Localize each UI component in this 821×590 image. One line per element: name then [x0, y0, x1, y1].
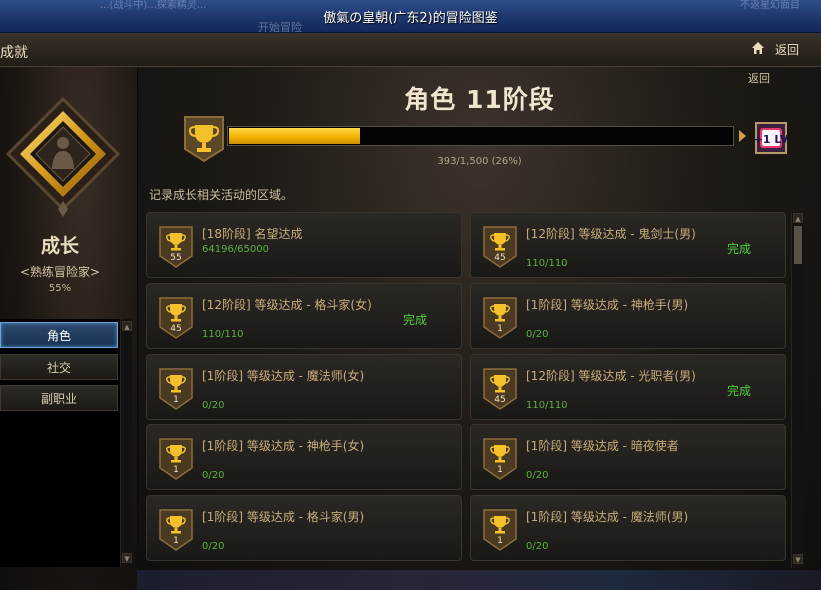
trophy-badge-icon: 1	[483, 438, 517, 480]
achievement-progress: 0/20	[202, 400, 225, 411]
trophy-badge-icon: 45	[483, 368, 517, 410]
trophy-badge-icon: 55	[159, 226, 193, 268]
achievement-name: [1阶段] 等级达成 - 神枪手(男)	[526, 298, 689, 312]
achievement-name: [18阶段] 名望达成	[202, 227, 303, 241]
achievement-progress: 0/20	[526, 470, 549, 481]
achievement-card[interactable]: 1 [1阶段] 等级达成 - 神枪手(女) 0/20	[146, 424, 462, 490]
achievement-complete-label: 完成	[727, 384, 752, 398]
achievement-name: [1阶段] 等级达成 - 魔法师(男)	[526, 510, 689, 524]
trophy-badge-icon: 45	[483, 226, 517, 268]
scroll-up-icon[interactable]: ▲	[122, 321, 132, 331]
home-icon[interactable]	[751, 41, 765, 55]
achievement-complete-label: 完成	[727, 242, 752, 256]
badge-points: 1	[497, 465, 503, 475]
achievement-progress: 0/20	[526, 329, 549, 340]
badge-points: 45	[494, 395, 505, 405]
achievement-list: 55 [18阶段] 名望达成 64196/65000 45 [12阶段] 等级达成 - …	[146, 212, 796, 568]
trophy-badge-icon: 45	[159, 297, 193, 339]
arrow-right-icon	[739, 130, 746, 142]
window-title-bar: ...(战斗中)...探索精灵... 不返星幻面目 开始冒险 傲氣の皇朝(广东2…	[0, 0, 821, 34]
stage-progress-bar	[227, 126, 734, 146]
achievement-progress: 0/20	[202, 541, 225, 552]
scroll-up-icon[interactable]: ▲	[793, 213, 803, 223]
achievement-card[interactable]: 1 [1阶段] 等级达成 - 暗夜使者 0/20	[470, 424, 786, 490]
category-rank: <熟练冒险家>	[19, 265, 101, 279]
category-title: 成长	[40, 235, 79, 257]
badge-points: 1	[173, 536, 179, 546]
trophy-badge-icon: 1	[159, 368, 193, 410]
tab-sub-job[interactable]: 副职业	[0, 385, 118, 411]
achievement-card[interactable]: 1 [1阶段] 等级达成 - 魔法师(男) 0/20	[470, 495, 786, 561]
achievement-card[interactable]: 1 [1阶段] 等级达成 - 神枪手(男) 0/20	[470, 283, 786, 349]
badge-points: 45	[170, 324, 181, 334]
tab-social[interactable]: 社交	[0, 354, 118, 380]
badge-points: 1	[497, 324, 503, 334]
achievement-name: [1阶段] 等级达成 - 神枪手(女)	[202, 439, 365, 453]
achievement-card[interactable]: 1 [1阶段] 等级达成 - 格斗家(男) 0/20	[146, 495, 462, 561]
scroll-thumb[interactable]	[794, 226, 802, 264]
achievement-header: 成就 返回	[0, 33, 821, 67]
stage-progress-text: 393/1,500 (26%)	[437, 156, 522, 167]
tab-scrollbar[interactable]: ▲ ▼	[120, 319, 132, 567]
achievement-progress: 0/20	[526, 541, 549, 552]
achievement-progress: 64196/65000	[202, 244, 269, 255]
tab-character[interactable]: 角色	[0, 322, 118, 348]
achievement-card[interactable]: 45 [12阶段] 等级达成 - 格斗家(女) 110/110 完成	[146, 283, 462, 349]
stage-title: 角色 11阶段	[404, 85, 555, 114]
achievement-scrollbar[interactable]: ▲ ▼	[791, 212, 804, 568]
achievement-progress: 110/110	[526, 400, 568, 411]
achievement-card[interactable]: 1 [1阶段] 等级达成 - 魔法师(女) 0/20	[146, 354, 462, 420]
category-panel: 成长 <熟练冒险家> 55% 角色 社交 副职业 ▲ ▼	[0, 67, 137, 590]
trophy-badge-icon: 1	[159, 509, 193, 551]
stage-panel: 返回 角色 11阶段 +1 LV 393/1,500 (26%) 记录成长相关活…	[138, 67, 821, 590]
trophy-badge-icon: 1	[483, 297, 517, 339]
scroll-down-icon[interactable]: ▼	[122, 553, 132, 563]
scroll-down-icon[interactable]: ▼	[793, 554, 803, 564]
achievement-progress: 110/110	[526, 258, 568, 269]
back-button[interactable]: 返回	[775, 41, 799, 58]
level-up-icon[interactable]: +1 LV	[755, 122, 787, 154]
badge-points: 45	[494, 253, 505, 263]
achievement-name: [12阶段] 等级达成 - 鬼剑士(男)	[526, 227, 696, 241]
achievement-complete-label: 完成	[403, 313, 428, 327]
background-scene-strip	[137, 570, 821, 590]
achievement-progress: 0/20	[202, 470, 225, 481]
achievement-card[interactable]: 45 [12阶段] 等级达成 - 鬼剑士(男) 110/110 完成	[470, 212, 786, 278]
badge-points: 55	[170, 253, 181, 263]
window-title: 傲氣の皇朝(广东2)的冒险图鉴	[323, 11, 498, 26]
achievement-name: [1阶段] 等级达成 - 魔法师(女)	[202, 369, 365, 383]
badge-points: 1	[497, 536, 503, 546]
achievement-progress: 110/110	[202, 329, 244, 340]
category-tabs: 角色 社交 副职业	[0, 319, 132, 567]
breadcrumb: 成就	[0, 45, 28, 61]
achievement-card[interactable]: 55 [18阶段] 名望达成 64196/65000	[146, 212, 462, 278]
growth-emblem-icon	[6, 97, 120, 217]
stage-progress-fill	[229, 128, 360, 144]
category-percent: 55%	[48, 283, 72, 294]
stage-description: 记录成长相关活动的区域。	[149, 188, 294, 202]
achievement-name: [12阶段] 等级达成 - 格斗家(女)	[202, 298, 372, 312]
badge-points: 1	[173, 395, 179, 405]
achievement-card[interactable]: 45 [12阶段] 等级达成 - 光职者(男) 110/110 完成	[470, 354, 786, 420]
reward-label: +1 LV	[755, 133, 787, 146]
achievement-name: [1阶段] 等级达成 - 暗夜使者	[526, 439, 679, 453]
badge-points: 1	[173, 465, 179, 475]
trophy-badge-icon: 1	[159, 438, 193, 480]
trophy-badge-icon: 1	[483, 509, 517, 551]
achievement-name: [1阶段] 等级达成 - 格斗家(男)	[202, 510, 365, 524]
achievement-name: [12阶段] 等级达成 - 光职者(男)	[526, 369, 696, 383]
